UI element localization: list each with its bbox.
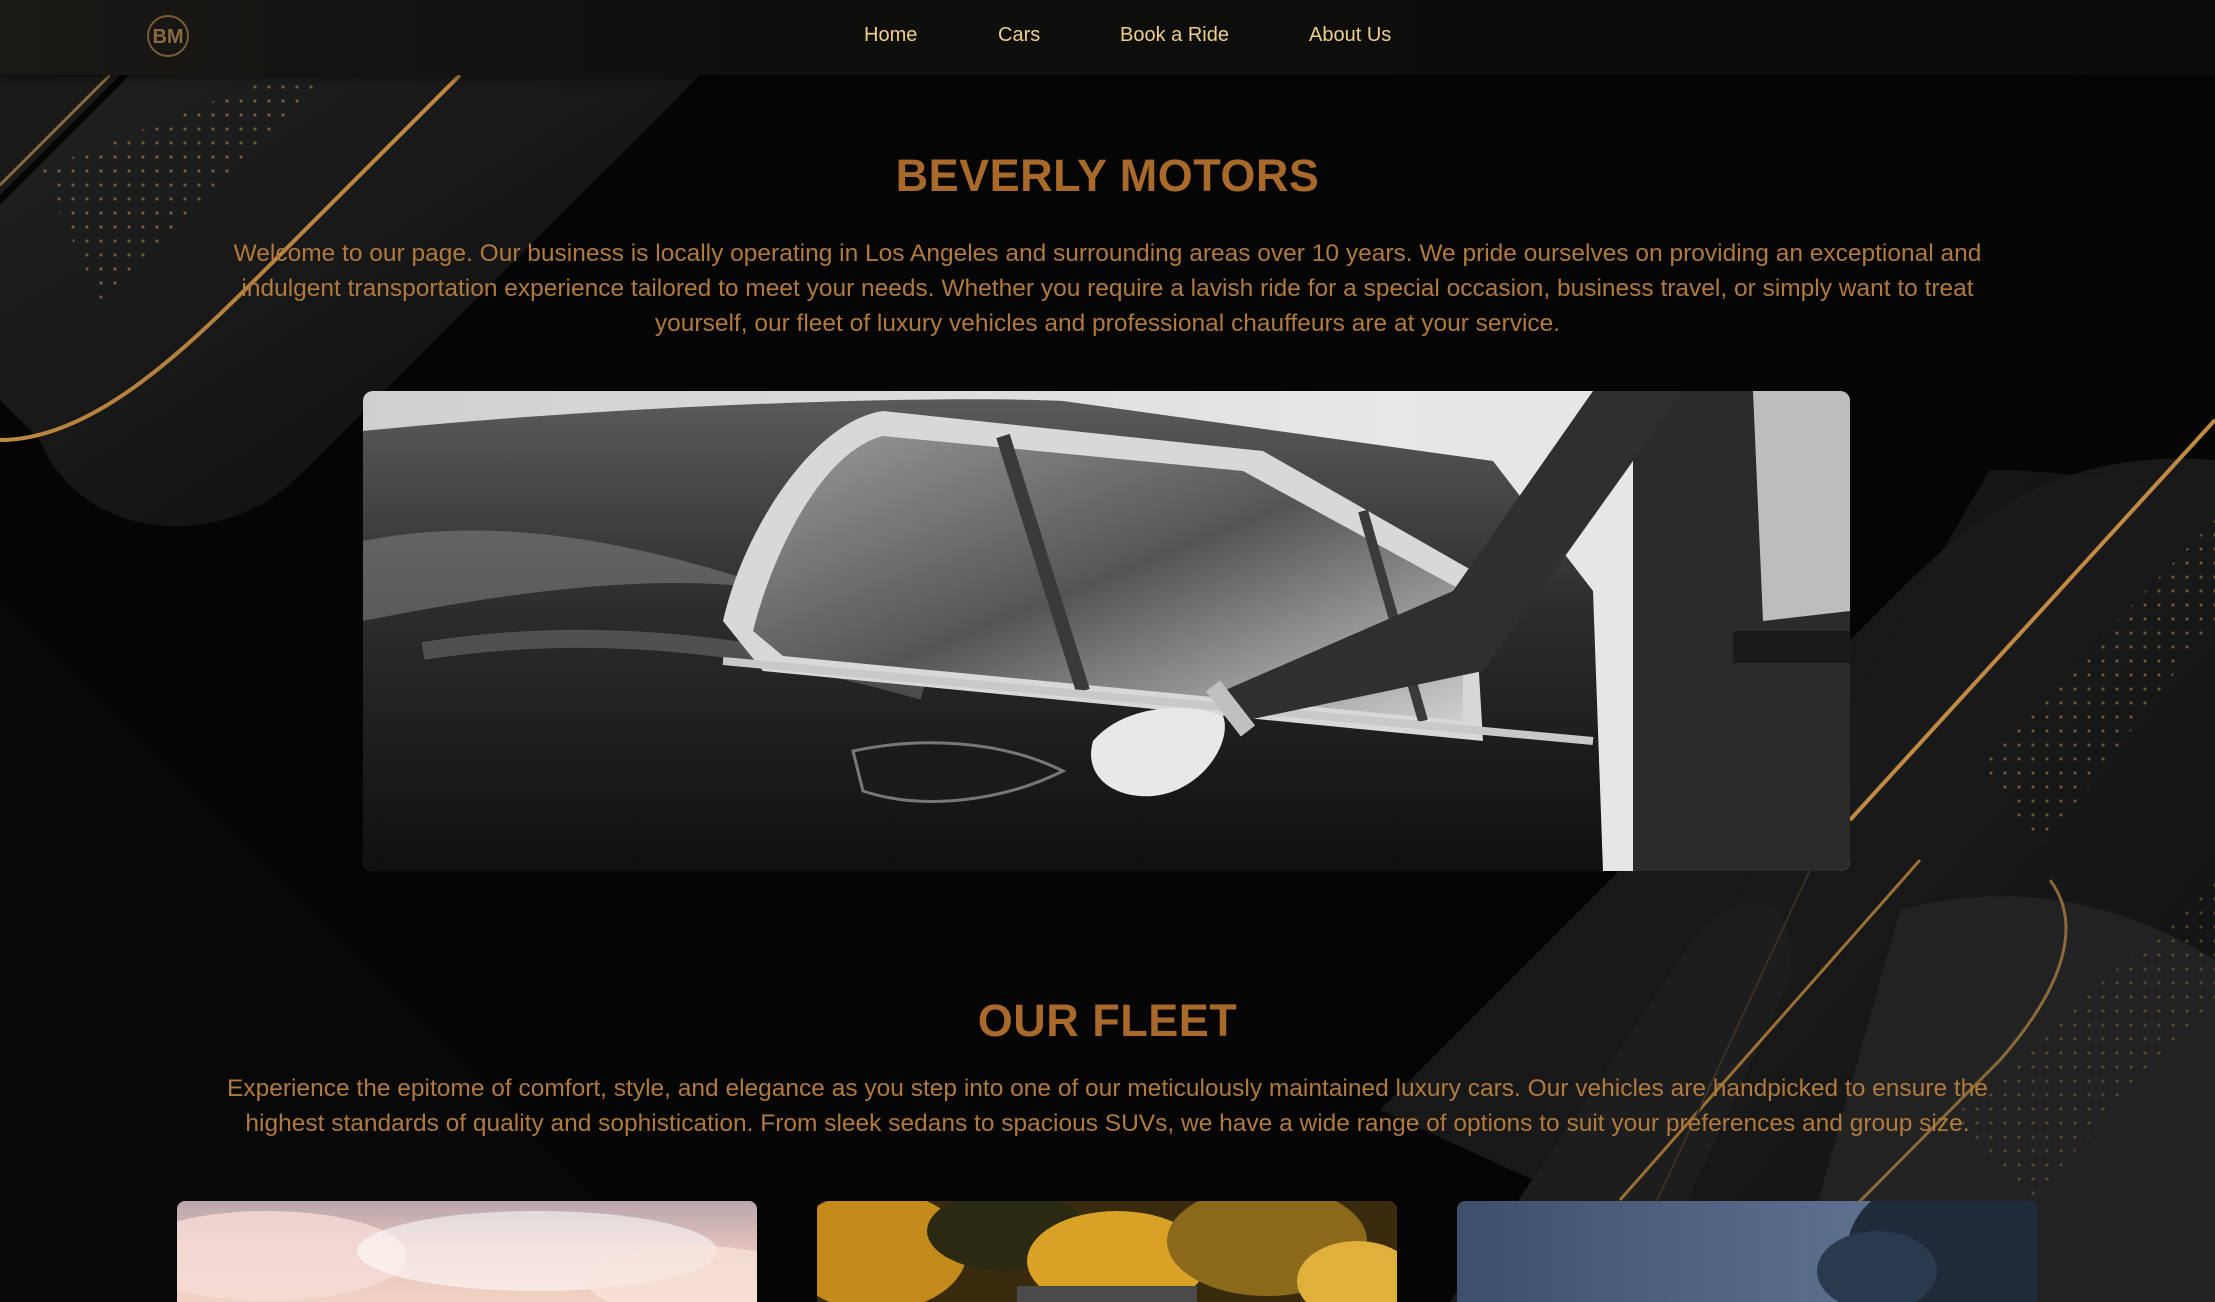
car-dusk-trees-photo — [1457, 1201, 2037, 1302]
car-under-pink-sky-photo — [177, 1201, 757, 1302]
chauffeur-opening-car-door-photo — [363, 391, 1850, 871]
nav-cars-link[interactable]: Cars — [998, 24, 1040, 47]
fleet-card-2[interactable] — [817, 1201, 1397, 1302]
page-title: BEVERLY MOTORS — [895, 150, 1320, 201]
intro-paragraph: Welcome to our page. Our business is loc… — [233, 240, 1982, 337]
top-navbar: BM Home Cars Book a Ride About Us — [0, 0, 2215, 75]
fleet-card-1[interactable] — [177, 1201, 757, 1302]
nav-home-link[interactable]: Home — [864, 24, 917, 47]
hero-image — [363, 391, 1850, 871]
fleet-card-3[interactable] — [1457, 1201, 2037, 1302]
fleet-title: OUR FLEET — [977, 995, 1238, 1046]
nav-menu: Home Cars Book a Ride About Us — [0, 0, 2215, 75]
car-autumn-trees-photo — [817, 1201, 1397, 1302]
nav-about-us-link[interactable]: About Us — [1309, 24, 1391, 47]
main-content: BEVERLY MOTORS Welcome to our page. Our … — [0, 0, 2215, 1302]
fleet-paragraph: Experience the epitome of comfort, style… — [227, 1075, 1988, 1137]
nav-book-a-ride-link[interactable]: Book a Ride — [1120, 24, 1229, 47]
